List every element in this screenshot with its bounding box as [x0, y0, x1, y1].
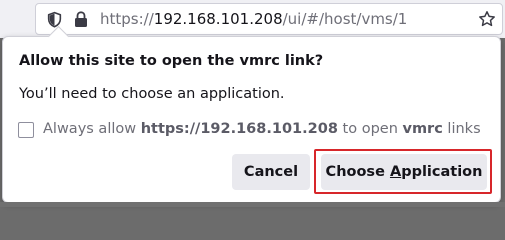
page-background-strip — [0, 202, 505, 207]
choose-label-accesskey: A — [389, 164, 402, 180]
choose-label-suffix: pplication — [401, 164, 483, 180]
browser-toolbar: https://192.168.101.208/ui/#/host/vms/1 — [0, 0, 505, 38]
lock-icon[interactable] — [74, 11, 88, 32]
choose-label-prefix: Choose — [325, 164, 390, 180]
url-path: /ui/#/host/vms/1 — [282, 10, 408, 28]
open-link-dialog: Allow this site to open the vmrc link? Y… — [2, 25, 501, 203]
url-text[interactable]: https://192.168.101.208/ui/#/host/vms/1 — [100, 10, 407, 28]
cancel-button[interactable]: Cancel — [232, 154, 310, 190]
dialog-title: Allow this site to open the vmrc link? — [19, 53, 324, 69]
url-host: 192.168.101.208 — [153, 10, 283, 28]
always-allow-label[interactable]: Always allow https://192.168.101.208 to … — [43, 121, 481, 137]
always-allow-middle: to open — [337, 121, 403, 137]
choose-application-button[interactable]: Choose Application — [321, 154, 487, 190]
url-scheme: https:// — [100, 10, 154, 28]
dialog-message: You’ll need to choose an application. — [19, 86, 285, 102]
always-allow-checkbox[interactable] — [18, 122, 34, 138]
always-allow-site: https://192.168.101.208 — [140, 121, 338, 137]
url-bar[interactable]: https://192.168.101.208/ui/#/host/vms/1 — [35, 3, 503, 35]
always-allow-protocol: vmrc — [402, 121, 443, 137]
always-allow-prefix: Always allow — [43, 121, 141, 137]
always-allow-suffix: links — [442, 121, 481, 137]
star-icon[interactable] — [478, 10, 496, 32]
